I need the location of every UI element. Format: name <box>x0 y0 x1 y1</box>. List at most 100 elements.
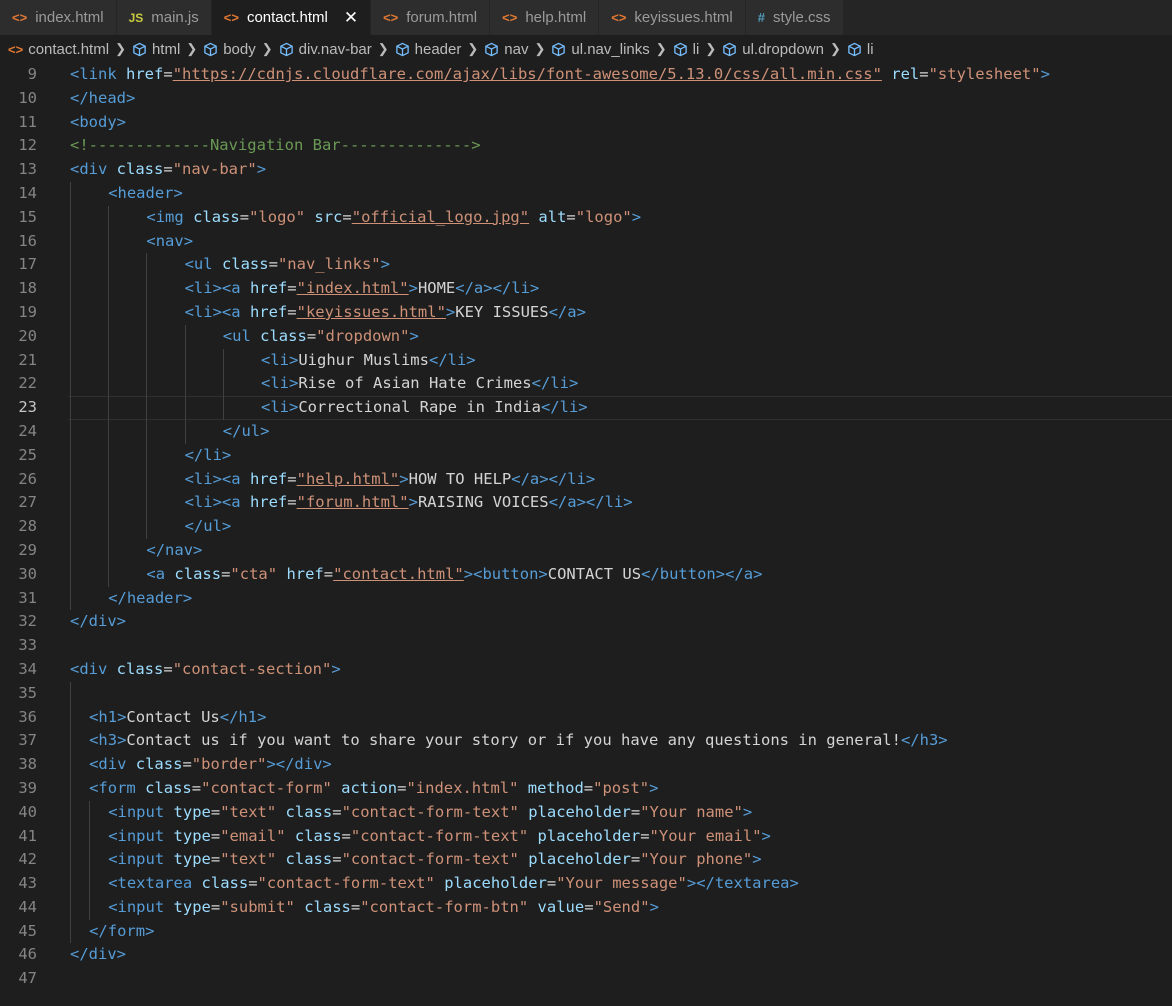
breadcrumb-item[interactable]: li <box>673 41 699 58</box>
tag-token: </button></a> <box>641 564 763 583</box>
tag-token: > <box>409 326 419 345</box>
breadcrumb-item[interactable]: div.nav-bar <box>279 41 372 58</box>
text-token: = <box>248 874 258 893</box>
code-line[interactable]: 31 </header> <box>0 586 1172 611</box>
code-editor[interactable]: 9 <link href="https://cdnjs.cloudflare.co… <box>0 63 1172 991</box>
code-line[interactable]: 39 <form class="contact-form" action="ind… <box>0 776 1172 801</box>
link-token[interactable]: "index.html" <box>297 279 409 297</box>
attribute-token: class <box>260 326 307 345</box>
line-number: 47 <box>18 969 37 988</box>
code-line[interactable]: 46 </div> <box>0 943 1172 967</box>
code-line[interactable]: 25 </li> <box>0 443 1172 468</box>
text-token: = <box>640 826 650 845</box>
code-line[interactable]: 17 <ul class="nav_links"> <box>0 253 1172 278</box>
code-line[interactable]: 44 <input type="submit" class="contact-fo… <box>0 895 1172 920</box>
code-line[interactable]: 47 <box>0 967 1172 991</box>
code-text: <li><a href="keyissues.html">KEY ISSUES<… <box>185 301 586 325</box>
indent-guide <box>70 205 71 230</box>
tag-token: <input <box>108 802 165 821</box>
code-line[interactable]: 27 <li><a href="forum.html">RAISING VOICE… <box>0 491 1172 516</box>
attribute-token: type <box>173 826 211 845</box>
code-line[interactable]: 18 <li><a href="index.html">HOME</a></li> <box>0 277 1172 301</box>
code-line[interactable]: 16 <nav> <box>0 229 1172 254</box>
attribute-token: class <box>116 160 164 179</box>
breadcrumb-item[interactable]: <> contact.html <box>8 41 109 58</box>
tab-contact-html[interactable]: <> contact.html ✕ <box>211 0 372 35</box>
string-token: "contact-form-text" <box>341 802 519 821</box>
breadcrumb-item[interactable]: html <box>132 41 180 58</box>
link-token[interactable]: "forum.html" <box>297 493 409 511</box>
breadcrumb-item[interactable]: li <box>847 41 874 58</box>
code-line[interactable]: 19 <li><a href="keyissues.html">KEY ISSUE… <box>0 300 1172 325</box>
element-symbol-icon <box>395 42 410 57</box>
code-line[interactable]: 38 <div class="border"></div> <box>0 753 1172 777</box>
line-number: 23 <box>18 398 37 417</box>
line-number: 10 <box>18 88 37 107</box>
breadcrumb-item[interactable]: ul.dropdown <box>722 41 824 58</box>
code-text: <li>Rise of Asian Hate Crimes</li> <box>261 372 578 396</box>
breadcrumb-item[interactable]: ul.nav_links <box>551 41 650 58</box>
comment-token: <!-------------Navigation Bar-----------… <box>70 136 481 155</box>
tag-token: ></div> <box>266 755 332 774</box>
breadcrumb-item[interactable]: header <box>395 41 461 58</box>
link-token[interactable]: "https://cdnjs.cloudflare.com/ajax/libs/… <box>173 65 882 83</box>
code-line[interactable]: 15 <img class="logo" src="official_logo.j… <box>0 205 1172 230</box>
code-line[interactable]: 23 <li>Correctional Rape in India</li> <box>0 396 1172 420</box>
indent-guide <box>146 372 148 397</box>
code-line[interactable]: 37 <h3>Contact us if you want to share yo… <box>0 729 1172 754</box>
code-line[interactable]: 36 <h1>Contact Us</h1> <box>0 705 1172 730</box>
code-line[interactable]: 9 <link href="https://cdnjs.cloudflare.co… <box>0 63 1172 87</box>
tag-token: </li> <box>428 350 476 369</box>
code-line[interactable]: 43 <textarea class="contact-form-text" pl… <box>0 872 1172 896</box>
string-token: "stylesheet" <box>928 65 1041 83</box>
indent-guide <box>108 300 110 325</box>
line-number: 42 <box>18 850 37 869</box>
code-line[interactable]: 11 <body> <box>0 111 1172 135</box>
code-line[interactable]: 30 <a class="cta" href="contact.html"><bu… <box>0 562 1172 587</box>
tab-main-js[interactable]: JS main.js <box>116 0 212 35</box>
text-token: = <box>630 850 641 869</box>
breadcrumb-item[interactable]: nav <box>484 41 528 58</box>
link-token[interactable]: "keyissues.html" <box>297 303 446 321</box>
code-line[interactable]: 24 </ul> <box>0 419 1172 444</box>
attribute-token: class <box>193 207 240 226</box>
code-line[interactable]: 22 <li>Rise of Asian Hate Crimes</li> <box>0 372 1172 397</box>
code-line[interactable]: 42 <input type="text" class="contact-form… <box>0 848 1172 873</box>
code-text: </ul> <box>185 515 232 539</box>
link-token[interactable]: "contact.html" <box>333 565 464 583</box>
close-icon[interactable]: ✕ <box>344 8 358 28</box>
code-line[interactable]: 21 <li>Uighur Muslims</li> <box>0 348 1172 373</box>
line-number: 35 <box>18 683 37 702</box>
tab-keyissues-html[interactable]: <> keyissues.html <box>599 0 746 35</box>
code-line[interactable]: 28 </ul> <box>0 515 1172 539</box>
string-token: "logo" <box>575 207 632 226</box>
code-line[interactable]: 13 <div class="nav-bar"> <box>0 158 1172 182</box>
link-token[interactable]: "official_logo.jpg" <box>352 208 529 226</box>
code-line[interactable]: 41 <input type="email" class="contact-for… <box>0 824 1172 849</box>
tag-token: <input <box>108 850 165 869</box>
link-token[interactable]: "help.html" <box>297 470 400 488</box>
line-number: 11 <box>18 112 37 131</box>
tab-style-css[interactable]: # style.css <box>745 0 844 35</box>
code-line[interactable]: 32 </div> <box>0 610 1172 634</box>
code-line[interactable]: 12 <!-------------Navigation Bar---------… <box>0 134 1172 158</box>
tab-help-html[interactable]: <> help.html <box>490 0 600 35</box>
breadcrumb-item[interactable]: body <box>203 41 256 58</box>
code-line[interactable]: 20 <ul class="dropdown"> <box>0 324 1172 349</box>
code-line[interactable]: 33 <box>0 634 1172 658</box>
code-text: <li><a href="index.html">HOME</a></li> <box>185 277 540 301</box>
code-line[interactable]: 40 <input type="text" class="contact-form… <box>0 800 1172 825</box>
tab-forum-html[interactable]: <> forum.html <box>371 0 491 35</box>
code-line[interactable]: 35 <box>0 681 1172 706</box>
tab-index-html[interactable]: <> index.html <box>0 0 117 35</box>
code-line[interactable]: 34 <div class="contact-section"> <box>0 658 1172 682</box>
indent-guide <box>70 253 71 278</box>
code-line[interactable]: 45 </form> <box>0 919 1172 944</box>
line-number: 45 <box>18 921 37 940</box>
code-line[interactable]: 10 </head> <box>0 87 1172 111</box>
code-line[interactable]: 14 <header> <box>0 181 1172 206</box>
code-line[interactable]: 29 </nav> <box>0 538 1172 563</box>
code-line[interactable]: 26 <li><a href="help.html">HOW TO HELP</a… <box>0 467 1172 492</box>
